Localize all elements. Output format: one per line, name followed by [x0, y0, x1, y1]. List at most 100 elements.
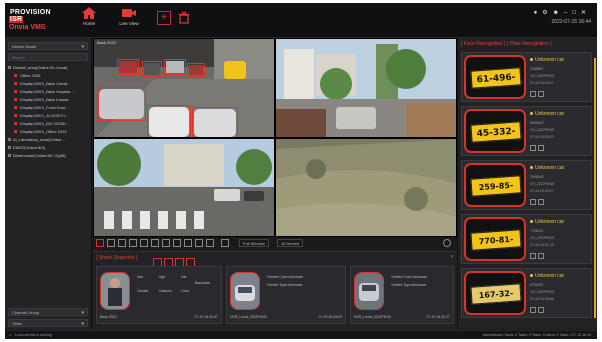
detection-box [147, 105, 191, 137]
video-tile-road[interactable] [93, 138, 275, 237]
plate-card[interactable]: 45-332-01 Unknown car 8355302 CH_2022PKN… [461, 106, 592, 156]
snapshot-card[interactable]: Vehicle Color:Unknown Vehicle Type:Unkno… [350, 266, 454, 324]
camera-icon [14, 74, 17, 78]
tree-item[interactable]: Display MIXX_Back Inward... [8, 96, 90, 104]
layout-mosaic-icon[interactable] [195, 239, 203, 247]
playback-icon[interactable] [530, 307, 536, 313]
checkbox-icon[interactable] [8, 138, 11, 142]
video-tile-parking[interactable]: Back 2022 [93, 38, 275, 138]
fullscreen-icon[interactable] [221, 239, 229, 247]
snapshot-filter-icons [153, 254, 205, 285]
plate-number: 45-332-01 [470, 121, 522, 151]
brand-top: PROVISION [10, 9, 51, 16]
expand-arrow-icon[interactable]: › [451, 254, 453, 260]
recognition-tabs[interactable]: [ Face Recognition ] [ Plate Recognition… [461, 41, 552, 47]
plate-card[interactable]: 61-496-69 Unknown car 0285867 CH_2022PKN… [461, 52, 592, 102]
plus-icon: + [161, 12, 167, 23]
checkbox-icon[interactable] [8, 154, 11, 158]
window-mode-select[interactable]: Full Window [239, 239, 269, 247]
checkbox-icon[interactable] [8, 66, 11, 70]
plate-status: Unknown car [530, 273, 564, 279]
nav-live-view[interactable]: Live View [111, 7, 147, 33]
layout-custom-icon[interactable] [151, 239, 159, 247]
plate-image: 167-32-307 [464, 271, 526, 315]
layout-1-icon[interactable] [107, 239, 115, 247]
plate-image: 259-85-401 [464, 163, 526, 207]
layout-tall-icon[interactable] [206, 239, 214, 247]
record-icon[interactable] [96, 239, 104, 247]
tree-item[interactable]: Default_area(Online:93 /Local) [8, 64, 90, 72]
tree-item[interactable]: Display MIXX_Back Carrid... [8, 80, 90, 88]
scrollbar[interactable] [594, 58, 596, 318]
plate-card[interactable]: 259-85-401 Unknown car 2598540 CH_2022PK… [461, 160, 592, 210]
status-dot-icon [530, 274, 533, 278]
plate-status: Unknown car [530, 219, 564, 225]
tree-item[interactable]: Office 2019 [8, 72, 90, 80]
settings-icon[interactable] [443, 239, 451, 247]
export-icon[interactable] [538, 307, 544, 313]
tree-item[interactable]: Warehouse(Online:98 / 5)(98) [8, 152, 90, 160]
nav-home[interactable]: Home [71, 7, 107, 33]
checkbox-icon[interactable] [8, 146, 11, 150]
layout-split-icon[interactable] [184, 239, 192, 247]
plate-card[interactable]: 770-81-103 Unknown car 7708110 CH_2022PK… [461, 214, 592, 264]
export-icon[interactable] [538, 199, 544, 205]
video-tile-street[interactable] [275, 38, 457, 138]
tree-item[interactable]: Display MIXX_Front Door... [8, 104, 90, 112]
detection-box [98, 87, 146, 121]
export-icon[interactable] [538, 253, 544, 259]
gear-icon[interactable]: ⚙ [542, 10, 552, 16]
plate-status: Unknown car [530, 111, 564, 117]
app-logo: PROVISION ISR Onvia VMS [9, 9, 53, 31]
plate-number: 770-81-103 [470, 229, 522, 259]
playback-icon[interactable] [530, 199, 536, 205]
person-snapshot-image [100, 272, 130, 310]
home-icon [82, 7, 96, 19]
detection-box [164, 59, 186, 75]
channel-group-select[interactable]: Channel Group ▾ [8, 308, 88, 316]
brand-bottom: Onvia VMS [9, 24, 46, 31]
layout-16-icon[interactable] [140, 239, 148, 247]
export-icon[interactable] [538, 145, 544, 151]
search-input[interactable]: Search [8, 53, 88, 61]
tree-item[interactable]: Display MIXX_MO 2020D... [8, 120, 90, 128]
camera-icon [14, 114, 17, 118]
tree-item[interactable]: Display MIXX_Back Hwysim... [8, 88, 90, 96]
tree-item[interactable]: ENZO(Online:8/3) [8, 144, 90, 152]
chevron-down-icon: ▾ [81, 310, 84, 316]
delete-button[interactable] [177, 11, 191, 25]
playback-icon[interactable] [530, 91, 536, 97]
maximize-icon[interactable]: □ [572, 10, 581, 16]
camera-icon [14, 82, 17, 86]
tree-item[interactable]: Display MIXX_Office 2019 [8, 128, 90, 136]
device-tree-panel: Device Model ▾ Search Default_area(Online… [5, 38, 92, 329]
layout-grid-icon[interactable] [173, 239, 181, 247]
status-dot-icon [530, 58, 533, 62]
lock-icon[interactable]: ● [534, 10, 543, 16]
layout-4-icon[interactable] [118, 239, 126, 247]
plate-card[interactable]: 167-32-307 Unknown car 6756307 CH_2022PK… [461, 268, 592, 318]
tree-item[interactable]: Al_Laboratory_area(Online:... [8, 136, 90, 144]
playback-icon[interactable] [530, 145, 536, 151]
layout-9-icon[interactable] [129, 239, 137, 247]
screen-count-select[interactable]: 16 Screen [277, 239, 304, 247]
video-tile-field[interactable] [275, 138, 457, 237]
snapshot-card[interactable]: Vehicle Color:Unknown Vehicle Type:Unkno… [226, 266, 346, 324]
export-icon[interactable] [538, 91, 544, 97]
field-image [276, 139, 456, 236]
close-icon[interactable]: ✕ [581, 10, 591, 16]
footer-right-text: Administrator Tasks: 0 Tasks: 0 Tasks: 0… [482, 333, 591, 337]
status-dot-icon [530, 220, 533, 224]
snapshot-source: NVR_Local_2022PKNS [354, 315, 391, 319]
tree-item[interactable]: Display MIXX_AI 2020 Fr... [8, 112, 90, 120]
header-status: 2022-07-15 16:44 [551, 19, 591, 25]
add-tab-button[interactable]: + [157, 11, 171, 25]
device-model-select[interactable]: Device Model ▾ [8, 42, 88, 50]
user-icon[interactable]: ☻ [553, 10, 564, 16]
playback-icon[interactable] [530, 253, 536, 259]
video-select[interactable]: Video ▾ [8, 319, 88, 327]
plate-image: 45-332-01 [464, 109, 526, 153]
snapshot-time: 07-15 15:33:02 [318, 315, 342, 319]
snapshot-card[interactable]: Use Age Hat Backpack Gender Glasses Colo… [96, 266, 222, 324]
layout-wide-icon[interactable] [162, 239, 170, 247]
